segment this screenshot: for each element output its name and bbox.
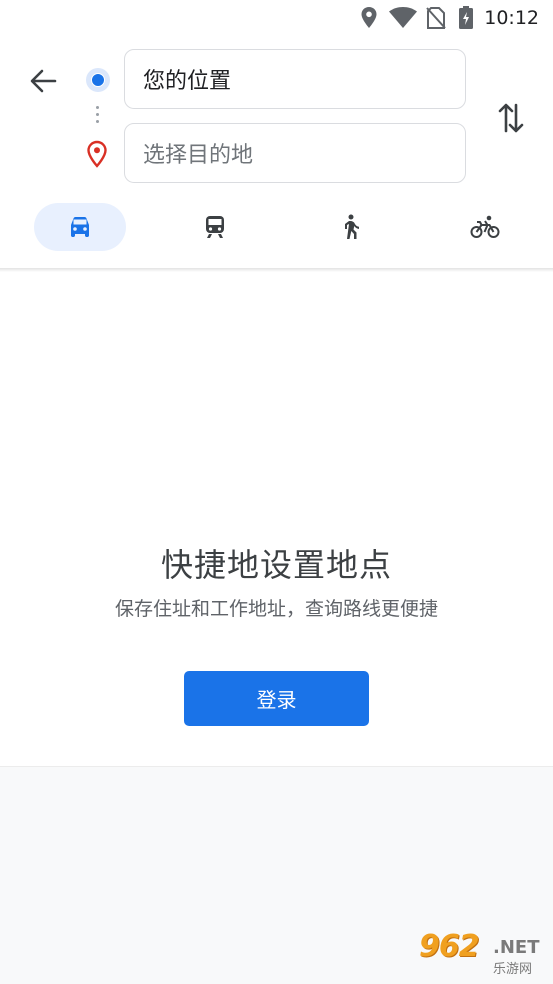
status-time: 10:12 [484,7,539,29]
swap-button[interactable] [492,96,530,140]
car-icon [71,217,89,237]
mode-walking-tab[interactable] [304,203,396,251]
no-sim-icon [426,7,446,33]
back-button[interactable] [20,58,66,104]
route-connector-dots [96,106,100,127]
battery-charging-icon [458,6,474,34]
location-icon [360,6,378,34]
site-watermark: 962 .NET 乐游网 [415,929,545,977]
bicycle-icon [470,215,500,238]
mode-transit-tab[interactable] [169,203,261,251]
train-icon [206,216,224,238]
origin-input[interactable]: 您的位置 [124,49,466,109]
status-bar: 10:12 [0,0,553,36]
destination-input-placeholder: 选择目的地 [143,143,254,168]
watermark-number: 962 [419,929,480,964]
wifi-icon [388,6,418,33]
destination-input[interactable]: 选择目的地 [124,123,466,183]
arrow-back-icon [30,69,57,93]
watermark-suffix: .NET [493,937,540,958]
travel-mode-bar [0,196,553,266]
watermark-site-name: 乐游网 [493,962,533,977]
header-divider [0,268,553,272]
walk-icon [345,214,359,239]
destination-pin-icon [86,140,108,172]
login-button[interactable]: 登录 [184,671,369,726]
swap-vertical-icon [498,103,524,133]
empty-state-title: 快捷地设置地点 [160,546,392,584]
empty-state-subtitle: 保存住址和工作地址，查询路线更便捷 [114,598,438,620]
mode-cycling-tab[interactable] [439,203,531,251]
mode-driving-tab[interactable] [34,203,126,251]
origin-dot-icon [86,68,110,92]
origin-input-value: 您的位置 [143,69,232,94]
